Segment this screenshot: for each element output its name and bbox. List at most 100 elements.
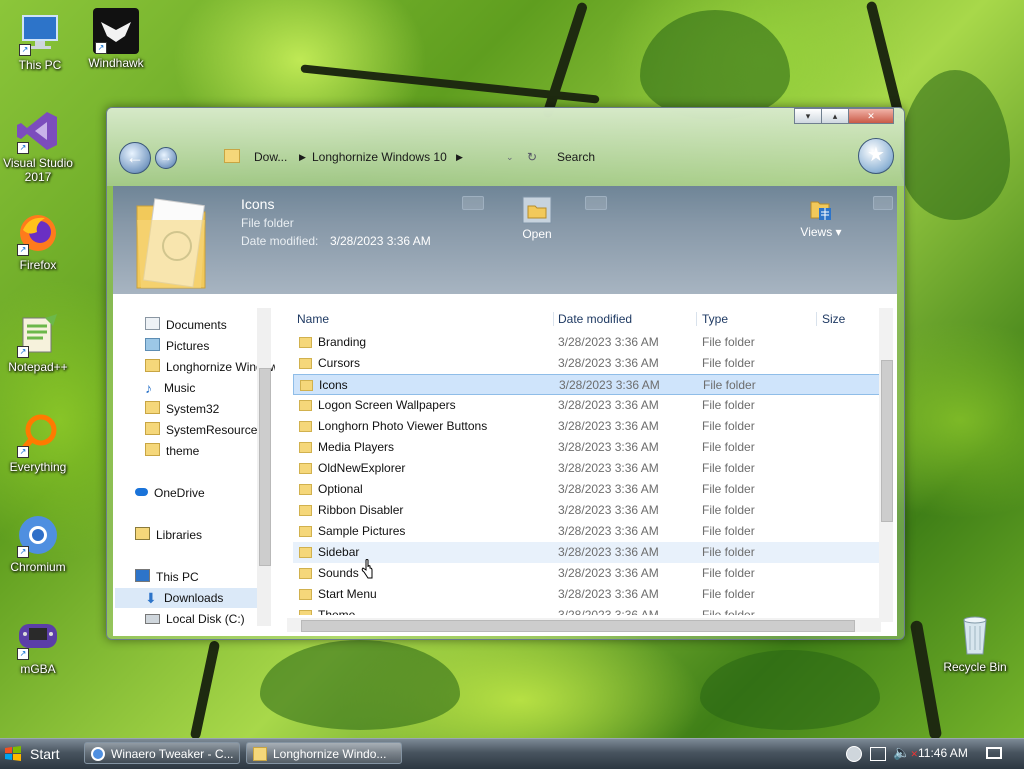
- search-box[interactable]: ↻ Search: [507, 144, 757, 170]
- desktop-icon-chromium[interactable]: ↗ Chromium: [0, 512, 76, 574]
- file-row[interactable]: Logon Screen Wallpapers 3/28/2023 3:36 AM…: [293, 395, 885, 416]
- arrow-right-icon: →: [160, 150, 172, 164]
- address-bar[interactable]: Dow... ▶ Longhornize Windows 10 ▶ ⌄: [220, 144, 526, 170]
- file-row-selected[interactable]: Icons 3/28/2023 3:36 AM File folder: [293, 374, 885, 395]
- file-date: 3/28/2023 3:36 AM: [559, 378, 660, 392]
- column-header-size[interactable]: Size: [822, 308, 845, 330]
- file-row[interactable]: Ribbon Disabler 3/28/2023 3:36 AM File fol…: [293, 500, 885, 521]
- desktop-icon-visual-studio[interactable]: ↗ Visual Studio 2017: [0, 108, 76, 184]
- column-header-date[interactable]: Date modified: [558, 308, 632, 330]
- scrollbar-thumb[interactable]: [881, 360, 893, 522]
- column-header-type[interactable]: Type: [702, 308, 728, 330]
- nav-item-systemresources[interactable]: SystemResources: [145, 420, 263, 440]
- nav-item-label: Music: [164, 381, 196, 395]
- start-button[interactable]: Start: [4, 743, 60, 765]
- file-type: File folder: [702, 398, 755, 412]
- file-date: 3/28/2023 3:36 AM: [558, 440, 659, 454]
- breadcrumb-current-folder[interactable]: Longhornize Windows 10: [312, 150, 447, 164]
- magnifier-icon: ↗: [15, 412, 61, 458]
- nav-item-music[interactable]: ♪ Music: [145, 378, 195, 398]
- preview-title: Icons: [241, 196, 275, 212]
- wallpaper-branch: [189, 640, 221, 740]
- file-row[interactable]: Theme 3/28/2023 3:36 AM File folder: [293, 605, 885, 615]
- file-type: File folder: [702, 335, 755, 349]
- nav-item-onedrive[interactable]: OneDrive: [135, 483, 205, 503]
- file-row[interactable]: Optional 3/28/2023 3:36 AM File folder: [293, 479, 885, 500]
- nav-item-label: Downloads: [164, 591, 224, 605]
- open-button[interactable]: Open: [519, 196, 555, 241]
- back-button[interactable]: ←: [119, 142, 151, 174]
- tray-clock[interactable]: 11:46 AM: [918, 746, 968, 760]
- taskbar-item-explorer[interactable]: Longhornize Windo...: [246, 742, 402, 764]
- views-button[interactable]: Views ▾: [797, 198, 845, 239]
- desktop-icon-recycle-bin[interactable]: Recycle Bin: [937, 612, 1013, 674]
- explorer-window[interactable]: ▾ ▴ ✕ ← → Dow... ▶ Longhornize Windows 1…: [106, 107, 905, 640]
- folder-icon: [299, 547, 312, 558]
- breadcrumb-downloads[interactable]: Dow...: [254, 150, 287, 164]
- file-type: File folder: [702, 608, 755, 615]
- nav-item-libraries[interactable]: Libraries: [135, 525, 202, 545]
- file-list-vertical-scrollbar[interactable]: [879, 308, 893, 622]
- forward-button[interactable]: →: [155, 147, 177, 169]
- file-date: 3/28/2023 3:36 AM: [558, 335, 659, 349]
- nav-item-local-disk[interactable]: Local Disk (C:): [145, 609, 245, 629]
- volume-muted-icon[interactable]: 🔈✕: [893, 744, 918, 761]
- file-row-hovered[interactable]: Sidebar 3/28/2023 3:36 AM File folder: [293, 542, 885, 563]
- file-list[interactable]: Name Date modified Type Size Branding 3/2…: [283, 294, 897, 636]
- folder-icon: [145, 422, 160, 435]
- file-row[interactable]: OldNewExplorer 3/28/2023 3:36 AM File fold…: [293, 458, 885, 479]
- file-row[interactable]: Start Menu 3/28/2023 3:36 AM File folder: [293, 584, 885, 605]
- file-date: 3/28/2023 3:36 AM: [558, 482, 659, 496]
- file-date: 3/28/2023 3:36 AM: [558, 419, 659, 433]
- file-list-horizontal-scrollbar[interactable]: [287, 618, 881, 632]
- chevron-right-icon[interactable]: ▶: [456, 152, 463, 163]
- open-label: Open: [522, 227, 552, 241]
- refresh-icon[interactable]: ↻: [527, 150, 537, 164]
- file-name: Sample Pictures: [318, 524, 406, 538]
- file-type: File folder: [702, 566, 755, 580]
- desktop-icon-label: Everything: [9, 460, 67, 474]
- desktop-icon-notepad-plus-plus[interactable]: ↗ Notepad++: [0, 312, 76, 374]
- chevron-right-icon[interactable]: ▶: [299, 152, 306, 163]
- taskbar-item-winaero[interactable]: Winaero Tweaker - C...: [84, 742, 240, 764]
- desktop-icon-everything[interactable]: ↗ Everything: [0, 412, 76, 474]
- file-row[interactable]: Branding 3/28/2023 3:36 AM File folder: [293, 332, 885, 353]
- navpane-scrollbar[interactable]: [257, 308, 271, 626]
- favorites-button[interactable]: ★: [858, 138, 894, 174]
- window-titlebar[interactable]: ▾ ▴ ✕ ← → Dow... ▶ Longhornize Windows 1…: [107, 108, 904, 186]
- folder-icon: [299, 337, 312, 348]
- file-row[interactable]: Sounds 3/28/2023 3:36 AM File folder: [293, 563, 885, 584]
- folder-icon: [299, 484, 312, 495]
- file-type: File folder: [702, 461, 755, 475]
- nav-item-downloads[interactable]: ⬇ Downloads: [115, 588, 257, 608]
- scrollbar-thumb[interactable]: [301, 620, 855, 632]
- desktop-icon-windhawk[interactable]: ↗ Windhawk: [78, 8, 154, 70]
- scrollbar-thumb[interactable]: [259, 368, 271, 566]
- views-label: Views ▾: [800, 225, 842, 239]
- close-button[interactable]: ✕: [848, 108, 894, 124]
- desktop-icon-this-pc[interactable]: ↗ This PC: [2, 10, 78, 72]
- file-row[interactable]: Media Players 3/28/2023 3:36 AM File folde…: [293, 437, 885, 458]
- nav-item-theme[interactable]: theme: [145, 441, 199, 461]
- nav-item-documents[interactable]: Documents: [145, 315, 227, 335]
- file-row[interactable]: Longhorn Photo Viewer Buttons 3/28/2023 3…: [293, 416, 885, 437]
- desktop-icon-mgba[interactable]: ↗ mGBA: [0, 614, 76, 676]
- file-row[interactable]: Cursors 3/28/2023 3:36 AM File folder: [293, 353, 885, 374]
- navigation-pane[interactable]: Documents Pictures Longhornize Windows 1…: [113, 294, 275, 636]
- column-header-name[interactable]: Name: [297, 308, 329, 330]
- nav-item-system32[interactable]: System32: [145, 399, 219, 419]
- notifications-icon[interactable]: [986, 747, 1002, 759]
- network-icon[interactable]: [870, 747, 886, 761]
- start-label: Start: [30, 746, 60, 762]
- desktop-icon-firefox[interactable]: ↗ Firefox: [0, 210, 76, 272]
- tray-clock-globe-icon[interactable]: [846, 746, 862, 762]
- minimize-button[interactable]: ▾: [794, 108, 822, 124]
- nav-item-longhornize[interactable]: Longhornize Windows 10: [145, 357, 275, 377]
- folder-icon: [299, 589, 312, 600]
- nav-item-this-pc[interactable]: This PC: [135, 567, 199, 587]
- wallpaper-branch: [865, 0, 905, 120]
- nav-item-pictures[interactable]: Pictures: [145, 336, 209, 356]
- folder-icon: [145, 401, 160, 414]
- maximize-button[interactable]: ▴: [821, 108, 849, 124]
- file-row[interactable]: Sample Pictures 3/28/2023 3:36 AM File fol…: [293, 521, 885, 542]
